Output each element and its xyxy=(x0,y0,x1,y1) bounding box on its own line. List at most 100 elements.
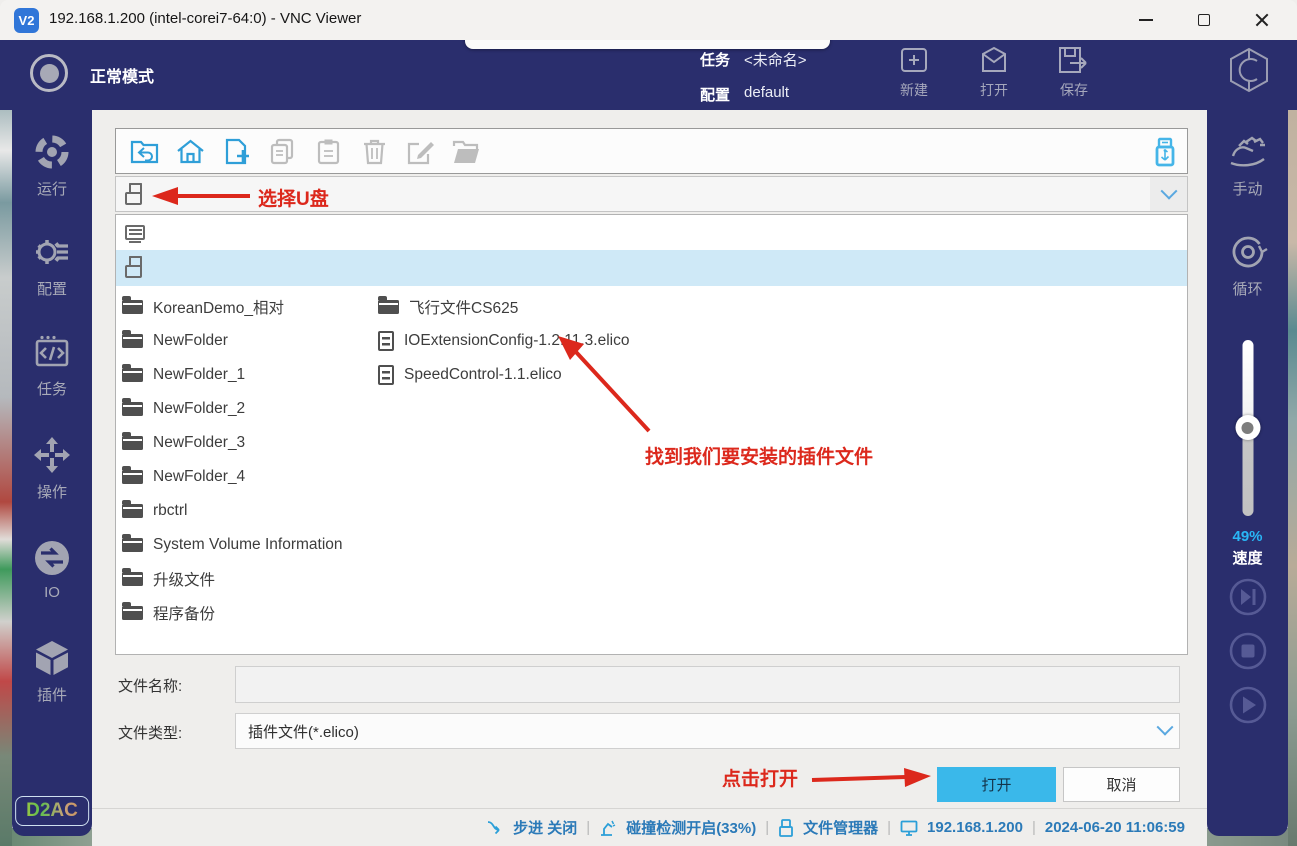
file-name-input[interactable] xyxy=(235,666,1180,703)
maximize-button[interactable] xyxy=(1175,0,1233,40)
maximize-icon xyxy=(1198,14,1210,26)
new-task-label: 新建 xyxy=(900,80,928,100)
stop-button[interactable] xyxy=(1228,631,1268,671)
config-label: 配置 xyxy=(700,84,730,105)
desktop-edge-left xyxy=(0,98,12,846)
config-value: default xyxy=(744,84,789,105)
folder-name: 程序备份 xyxy=(153,602,215,624)
sidebar-item-task[interactable]: 任务 xyxy=(12,332,92,399)
chevron-down-icon xyxy=(1159,724,1171,736)
minimize-icon xyxy=(1139,19,1153,21)
file-icon xyxy=(378,365,394,385)
list-item[interactable]: 升级文件 xyxy=(122,562,372,596)
computer-icon xyxy=(125,225,145,240)
hand-icon xyxy=(1226,132,1270,172)
list-item[interactable]: NewFolder xyxy=(122,324,372,358)
usb-drive-selected-icon xyxy=(125,181,142,205)
status-separator: | xyxy=(887,819,891,836)
list-item[interactable]: SpeedControl-1.1.elico xyxy=(378,358,708,392)
file-browser-panel: KoreanDemo_相对 NewFolder NewFolder_1 NewF… xyxy=(92,110,1207,846)
home-icon[interactable] xyxy=(176,138,205,165)
folder-name: NewFolder xyxy=(153,332,228,350)
new-file-icon[interactable] xyxy=(222,138,251,165)
list-item-computer[interactable] xyxy=(116,215,1187,250)
open-task-button[interactable]: 打开 xyxy=(968,44,1020,100)
open-task-label: 打开 xyxy=(980,80,1008,100)
drive-dropdown-chevron[interactable] xyxy=(1150,177,1187,211)
step-mode-icon xyxy=(486,819,504,837)
file-type-value: 插件文件(*.elico) xyxy=(248,721,359,742)
close-button[interactable] xyxy=(1233,0,1291,40)
folder-name: NewFolder_4 xyxy=(153,468,245,486)
folder-icon xyxy=(378,300,399,314)
step-play-button[interactable] xyxy=(1228,577,1268,617)
monitor-icon xyxy=(900,819,918,837)
minimize-button[interactable] xyxy=(1117,0,1175,40)
robot-model-badge: D2AC xyxy=(15,796,89,826)
new-task-button[interactable]: 新建 xyxy=(888,44,940,100)
save-task-button[interactable]: 保存 xyxy=(1048,44,1100,100)
list-item[interactable]: NewFolder_3 xyxy=(122,426,372,460)
play-button[interactable] xyxy=(1228,685,1268,725)
mode-status-icon xyxy=(30,54,68,92)
sidebar-item-label: 插件 xyxy=(37,684,67,705)
io-swap-icon xyxy=(32,538,72,578)
delete-icon[interactable] xyxy=(360,138,389,165)
list-item[interactable]: 飞行文件CS625 xyxy=(378,290,708,324)
list-item[interactable]: 程序备份 xyxy=(122,596,372,630)
sidebar-item-label: 运行 xyxy=(37,178,67,199)
list-item-usb-selected[interactable] xyxy=(116,250,1187,286)
open-button[interactable]: 打开 xyxy=(937,767,1056,802)
plugin-cube-icon xyxy=(32,638,72,678)
cancel-button[interactable]: 取消 xyxy=(1063,767,1180,802)
file-type-label: 文件类型: xyxy=(118,722,182,743)
task-label: 任务 xyxy=(700,49,730,70)
list-item[interactable]: NewFolder_2 xyxy=(122,392,372,426)
sidebar-item-operate[interactable]: 操作 xyxy=(12,435,92,502)
folder-name: KoreanDemo_相对 xyxy=(153,296,284,318)
folder-icon xyxy=(122,504,143,518)
copy-icon[interactable] xyxy=(268,138,297,165)
paste-icon[interactable] xyxy=(314,138,343,165)
collision-status: 碰撞检测开启(33%) xyxy=(626,817,756,838)
list-item[interactable]: KoreanDemo_相对 xyxy=(122,290,372,324)
speed-slider-thumb[interactable] xyxy=(1235,415,1260,440)
folder-back-icon[interactable] xyxy=(130,138,159,165)
file-manager-status[interactable]: 文件管理器 xyxy=(803,817,878,838)
drive-selector-dropdown[interactable] xyxy=(115,176,1188,212)
settings-icon xyxy=(32,232,72,272)
vnc-logo-icon: V2 xyxy=(14,8,39,33)
list-item[interactable]: NewFolder_4 xyxy=(122,460,372,494)
folder-name: 飞行文件CS625 xyxy=(409,296,518,318)
list-item[interactable]: System Volume Information xyxy=(122,528,372,562)
left-sidebar: 运行 配置 任务 操作 IO 插件 D2AC xyxy=(12,110,92,836)
open-folder-icon[interactable] xyxy=(452,138,481,165)
list-item-plugin-file[interactable]: IOExtensionConfig-1.2.11.3.elico xyxy=(378,324,708,358)
folder-icon xyxy=(122,606,143,620)
sidebar-item-label: IO xyxy=(44,584,60,601)
step-status: 步进 关闭 xyxy=(513,817,577,838)
sidebar-item-config[interactable]: 配置 xyxy=(12,232,92,299)
sidebar-item-io[interactable]: IO xyxy=(12,538,92,601)
sidebar-item-run[interactable]: 运行 xyxy=(12,132,92,199)
new-task-icon xyxy=(898,44,930,76)
sidebar-item-manual[interactable]: 手动 xyxy=(1207,132,1288,199)
file-type-select[interactable]: 插件文件(*.elico) xyxy=(235,713,1180,749)
sidebar-item-cycle[interactable]: 循环 xyxy=(1207,232,1288,299)
mode-label: 正常模式 xyxy=(90,63,154,87)
sidebar-item-label: 任务 xyxy=(37,378,67,399)
save-task-icon xyxy=(1056,44,1092,76)
rename-icon[interactable] xyxy=(406,138,435,165)
list-item[interactable]: rbctrl xyxy=(122,494,372,528)
file-name-label: 文件名称: xyxy=(118,675,182,696)
status-separator: | xyxy=(586,819,590,836)
task-row: 任务 <未命名> xyxy=(700,49,807,70)
vnc-viewer-window: V2 192.168.1.200 (intel-corei7-64:0) - V… xyxy=(0,0,1297,846)
sidebar-item-label: 手动 xyxy=(1232,178,1262,199)
folder-icon xyxy=(122,538,143,552)
sidebar-item-plugin[interactable]: 插件 xyxy=(12,638,92,705)
list-item[interactable]: NewFolder_1 xyxy=(122,358,372,392)
play-icon xyxy=(1228,685,1268,725)
folder-icon xyxy=(122,470,143,484)
file-list: KoreanDemo_相对 NewFolder NewFolder_1 NewF… xyxy=(115,214,1188,655)
